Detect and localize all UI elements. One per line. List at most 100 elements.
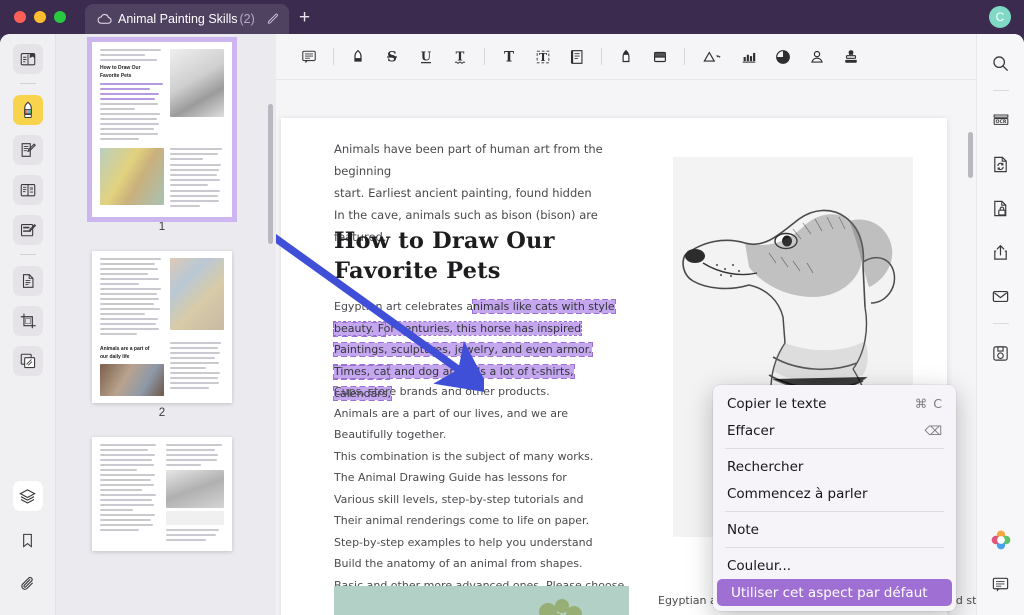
menu-item-label: Commencez à parler bbox=[727, 486, 868, 502]
search-icon[interactable] bbox=[986, 48, 1016, 78]
highlighted-line[interactable]: Times, cat and dog art sells a lot of t-… bbox=[334, 360, 634, 382]
page-title: How to Draw Our Favorite Pets bbox=[334, 226, 555, 286]
menu-item-erase[interactable]: Effacer ⌫ bbox=[713, 417, 956, 444]
sidebar-item-annotate[interactable] bbox=[13, 135, 43, 165]
menu-item-start-speaking[interactable]: Commencez à parler bbox=[713, 480, 956, 507]
compress-icon[interactable] bbox=[986, 338, 1016, 368]
note-icon[interactable] bbox=[560, 42, 594, 72]
document-tab[interactable]: Animal Painting Skills (2) bbox=[85, 4, 289, 34]
rail-divider bbox=[20, 83, 36, 84]
ocr-icon[interactable]: OCR bbox=[986, 105, 1016, 135]
ai-assistant-icon[interactable] bbox=[986, 525, 1016, 555]
sidebar-item-organize-pages[interactable] bbox=[13, 266, 43, 296]
toolbar-divider-4 bbox=[684, 48, 685, 65]
menu-item-label: Couleur... bbox=[727, 558, 791, 574]
app-shell: How to Draw OurFavorite Pets bbox=[0, 34, 1024, 615]
intro-line: start. Earliest ancient painting, found … bbox=[334, 182, 634, 204]
thumbnail-page-1[interactable]: How to Draw OurFavorite Pets bbox=[92, 42, 232, 217]
pen-icon[interactable] bbox=[609, 42, 643, 72]
body-line: Build the anatomy of an animal from shap… bbox=[334, 553, 634, 575]
signature-icon[interactable] bbox=[800, 42, 834, 72]
sidebar-item-highlighter[interactable] bbox=[13, 95, 43, 125]
sidebar-item-split-view[interactable] bbox=[13, 175, 43, 205]
body-line: This combination is the subject of many … bbox=[334, 446, 634, 468]
thumbnail-scrollbar[interactable] bbox=[268, 104, 273, 244]
underline-icon[interactable]: U bbox=[409, 42, 443, 72]
context-menu[interactable]: Copier le texte ⌘ C Effacer ⌫ Rechercher… bbox=[713, 385, 956, 611]
thumbnail-page-3[interactable] bbox=[92, 437, 232, 551]
page-scrollbar[interactable] bbox=[968, 132, 973, 178]
rename-tab-icon[interactable] bbox=[267, 13, 279, 25]
menu-item-use-default-appearance[interactable]: Utiliser cet aspect par défaut bbox=[717, 579, 952, 606]
email-icon[interactable] bbox=[986, 281, 1016, 311]
maximize-window-button[interactable] bbox=[54, 11, 66, 23]
menu-item-search[interactable]: Rechercher bbox=[713, 453, 956, 480]
left-tool-rail bbox=[0, 34, 56, 615]
sidebar-item-redact[interactable] bbox=[13, 346, 43, 376]
menu-item-label: Effacer bbox=[727, 423, 774, 439]
stamp-icon[interactable] bbox=[834, 42, 868, 72]
highlight-span[interactable]: beauty. For centuries, this horse has in… bbox=[334, 322, 581, 335]
highlighted-line[interactable]: beauty. For centuries, this horse has in… bbox=[334, 317, 634, 339]
thumbnail-page-2[interactable]: Animals are a part ofour daily life bbox=[92, 251, 232, 403]
protect-icon[interactable] bbox=[986, 193, 1016, 223]
document-area: S U T T T bbox=[276, 34, 976, 615]
squiggly-underline-icon[interactable]: T bbox=[443, 42, 477, 72]
menu-item-shortcut: ⌫ bbox=[924, 423, 943, 438]
body-line: Cups, store brands and other products. bbox=[334, 381, 634, 403]
minimize-window-button[interactable] bbox=[34, 11, 46, 23]
rail-divider-2 bbox=[20, 254, 36, 255]
menu-item-copy-text[interactable]: Copier le texte ⌘ C bbox=[713, 390, 956, 417]
menu-item-color[interactable]: Couleur... bbox=[713, 552, 956, 579]
body-line: Their animal renderings come to life on … bbox=[334, 510, 634, 532]
shapes-icon[interactable] bbox=[692, 42, 732, 72]
thumbnail-number: 2 bbox=[56, 407, 268, 419]
eraser-icon[interactable] bbox=[643, 42, 677, 72]
rail-divider-2 bbox=[993, 323, 1009, 324]
sidebar-item-reader-view[interactable] bbox=[13, 44, 43, 74]
heading-line-1: How to Draw Our bbox=[334, 226, 555, 256]
right-tool-rail: OCR bbox=[976, 34, 1024, 615]
sidebar-item-layers[interactable] bbox=[13, 481, 43, 511]
sidebar-item-crop[interactable] bbox=[13, 306, 43, 336]
flower-photo bbox=[334, 586, 629, 615]
strikethrough-icon[interactable]: S bbox=[375, 42, 409, 72]
annotation-toolbar: S U T T T bbox=[276, 34, 976, 80]
thumbnail-panel[interactable]: How to Draw OurFavorite Pets bbox=[56, 34, 276, 615]
highlighted-line[interactable]: Paintings, sculptures, jewelry, and even… bbox=[334, 338, 634, 360]
close-window-button[interactable] bbox=[14, 11, 26, 23]
body-text[interactable]: Egyptian art celebrates animals like cat… bbox=[334, 295, 634, 596]
new-tab-button[interactable]: + bbox=[299, 9, 310, 27]
tab-title: Animal Painting Skills bbox=[118, 12, 238, 26]
toolbar-divider bbox=[333, 48, 334, 65]
highlight-icon[interactable] bbox=[341, 42, 375, 72]
toolbar-divider-3 bbox=[601, 48, 602, 65]
highlighted-line[interactable]: Egyptian art celebrates animals like cat… bbox=[334, 295, 634, 317]
menu-item-label: Copier le texte bbox=[727, 396, 826, 412]
body-line: Beautifully together. bbox=[334, 424, 634, 446]
text-icon[interactable]: T bbox=[492, 42, 526, 72]
page-viewport[interactable]: Animals have been part of human art from… bbox=[276, 80, 976, 615]
svg-text:OCR: OCR bbox=[995, 119, 1006, 125]
tab-count: (2) bbox=[240, 12, 255, 26]
app-window: Animal Painting Skills (2) + C bbox=[0, 0, 1024, 615]
menu-divider bbox=[725, 547, 944, 548]
comment-icon[interactable] bbox=[292, 42, 326, 72]
avatar[interactable]: C bbox=[989, 6, 1011, 28]
sidebar-item-bookmarks[interactable] bbox=[13, 525, 43, 555]
body-line: Step-by-step examples to help you unders… bbox=[334, 532, 634, 554]
menu-item-note[interactable]: Note bbox=[713, 516, 956, 543]
menu-divider bbox=[725, 448, 944, 449]
chart-icon[interactable] bbox=[732, 42, 766, 72]
share-icon[interactable] bbox=[986, 237, 1016, 267]
menu-item-label: Rechercher bbox=[727, 459, 803, 475]
convert-icon[interactable] bbox=[986, 149, 1016, 179]
shape-fill-icon[interactable] bbox=[766, 42, 800, 72]
toolbar-divider-2 bbox=[484, 48, 485, 65]
menu-item-label: Utiliser cet aspect par défaut bbox=[731, 585, 928, 601]
comment-panel-icon[interactable] bbox=[986, 569, 1016, 599]
sidebar-item-edit-text[interactable] bbox=[13, 215, 43, 245]
rail-divider bbox=[993, 90, 1009, 91]
sidebar-item-attachments[interactable] bbox=[13, 569, 43, 599]
text-box-icon[interactable]: T bbox=[526, 42, 560, 72]
